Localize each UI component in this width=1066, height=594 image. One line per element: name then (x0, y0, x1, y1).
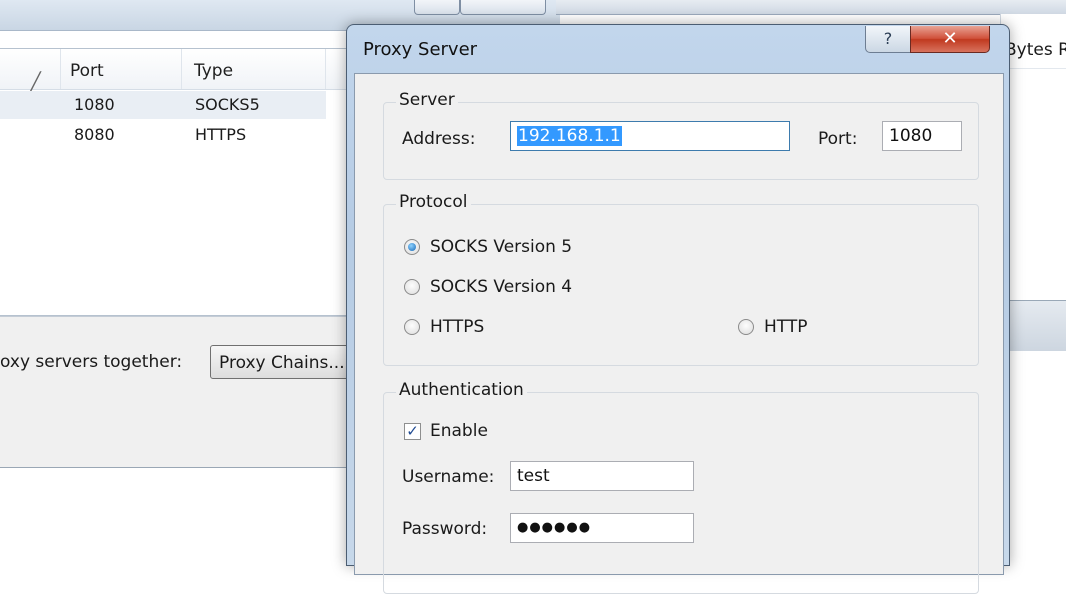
username-input[interactable]: test (510, 461, 694, 491)
proxy-server-dialog: Proxy Server ? ✕ Server Address: 192.168… (346, 24, 1010, 594)
username-label: Username: (402, 467, 495, 487)
column-type-header[interactable]: Type (182, 49, 326, 89)
dialog-title: Proxy Server (363, 39, 478, 60)
port-input[interactable]: 1080 (882, 121, 962, 151)
row-type-cell: HTTPS (195, 125, 247, 144)
address-input[interactable]: 192.168.1.1 (510, 121, 790, 151)
help-button[interactable]: ? (865, 26, 911, 53)
table-row[interactable]: 8080 HTTPS (0, 121, 326, 149)
port-label: Port: (818, 129, 858, 149)
authentication-group: Authentication ✓ Enable Username: test P… (383, 380, 979, 594)
close-button[interactable]: ✕ (910, 26, 990, 53)
background-window-frame (556, 0, 1066, 15)
close-icon: ✕ (942, 28, 958, 49)
column-port-header[interactable]: Port (60, 49, 182, 89)
protocol-group-label: Protocol (396, 192, 471, 212)
http-radio[interactable] (738, 319, 754, 335)
https-radio[interactable] (404, 319, 420, 335)
socks4-radio[interactable] (404, 279, 420, 295)
password-input[interactable]: ●●●●●● (510, 513, 694, 543)
https-label[interactable]: HTTPS (430, 317, 484, 337)
background-restore-button[interactable] (414, 0, 460, 15)
socks5-radio[interactable] (404, 239, 420, 255)
proxy-chains-button[interactable]: Proxy Chains... (210, 345, 360, 379)
socks4-label[interactable]: SOCKS Version 4 (430, 277, 572, 297)
row-type-cell: SOCKS5 (195, 95, 260, 114)
authentication-group-label: Authentication (396, 380, 527, 400)
dialog-client-area: Server Address: 192.168.1.1 Port: 1080 P… (354, 73, 1004, 594)
http-label[interactable]: HTTP (764, 317, 808, 337)
enable-auth-checkbox[interactable]: ✓ (404, 423, 421, 440)
pane-splitter[interactable] (1001, 300, 1066, 351)
help-icon: ? (883, 29, 893, 48)
table-row[interactable]: 1080 SOCKS5 (0, 91, 326, 119)
proxy-list[interactable]: ╱ Port Type 1080 SOCKS5 8080 HTTPS (0, 48, 348, 316)
server-group: Server Address: 192.168.1.1 Port: 1080 (383, 90, 979, 180)
proxy-list-header: ╱ Port Type (0, 49, 348, 93)
bytes-column-header[interactable]: Bytes R (1001, 28, 1066, 69)
row-port-cell: 1080 (74, 95, 115, 114)
background-close-button[interactable] (460, 0, 546, 15)
proxy-chain-label: oxy servers together: (0, 352, 183, 372)
password-label: Password: (402, 519, 488, 539)
proxy-chain-panel: oxy servers together: Proxy Chains... (0, 316, 360, 468)
row-port-cell: 8080 (74, 125, 115, 144)
address-value: 192.168.1.1 (517, 126, 622, 146)
address-label: Address: (402, 129, 476, 149)
protocol-group: Protocol SOCKS Version 5 SOCKS Version 4… (383, 192, 979, 366)
enable-auth-label[interactable]: Enable (430, 421, 488, 441)
server-group-label: Server (396, 90, 458, 110)
column-name-header[interactable]: ╱ (0, 49, 61, 93)
checkmark-icon: ✓ (406, 422, 419, 440)
socks5-label[interactable]: SOCKS Version 5 (430, 237, 572, 257)
